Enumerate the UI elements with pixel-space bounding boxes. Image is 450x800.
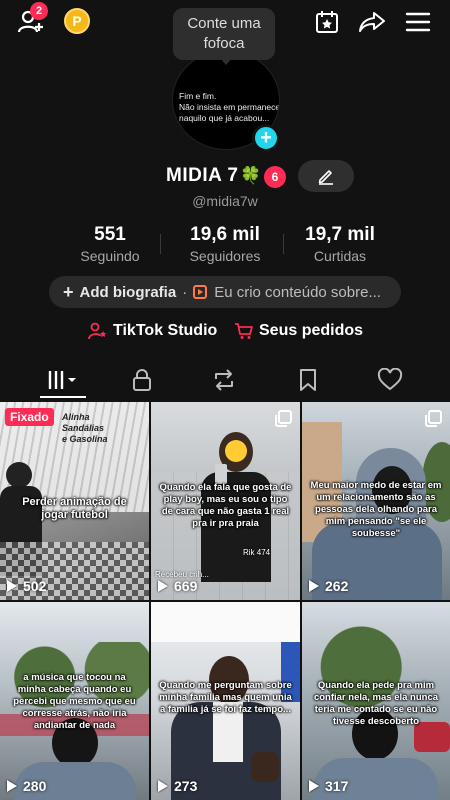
video-caption: Quando ela fala que gosta de play boy, m… [159,482,292,529]
active-tab-indicator [40,396,86,398]
stat-label: Seguidores [189,248,261,264]
video-thumbnail[interactable]: Quando ela pede pra mim confiar nela, ma… [302,602,450,800]
video-thumbnail[interactable]: Alinha Sandálias e Gasolina Fixado Perde… [0,402,149,600]
name-row: MIDIA 7 🍀 6 [0,162,450,192]
notification-badge: 2 [30,2,48,20]
creator-icon [193,285,208,299]
tiktok-studio-label: TikTok Studio [113,322,218,339]
quick-links: TikTok Studio Seus pedidos [0,320,450,346]
heart-icon [377,368,403,391]
view-count-value: 273 [174,778,198,794]
video-grid: Alinha Sandálias e Gasolina Fixado Perde… [0,402,450,800]
share-button[interactable] [356,8,388,36]
tab-reposts[interactable] [204,366,244,394]
video-caption: Quando me perguntam sobre minha família … [159,680,292,715]
view-count: 262 [309,578,348,594]
pinned-badge: Fixado [5,408,54,426]
tab-videos[interactable] [44,366,84,394]
stat-value: 19,6 mil [190,224,260,245]
video-sticker: Rik 474 [243,548,271,557]
plus-icon: + [63,281,74,302]
add-bio-label: Add biografia [79,283,177,301]
menu-button[interactable] [402,8,434,36]
cart-icon [235,323,253,339]
stat-following[interactable]: 551 Seguindo [50,224,170,264]
lock-icon [133,369,151,391]
view-count-value: 669 [174,578,198,594]
note-bubble[interactable]: Conte uma fofoca [173,8,275,60]
orders-label: Seus pedidos [259,322,364,339]
menu-icon [405,12,431,32]
calendar-star-icon [316,11,338,33]
tab-private[interactable] [122,366,162,394]
pencil-icon [318,170,333,185]
video-thumbnail[interactable]: a música que tocou na minha cabeça quand… [0,602,149,800]
view-count-value: 317 [325,778,349,794]
creator-text: Eu crio conteúdo sobre... [214,283,381,301]
person-silhouette [6,462,32,488]
profile-handle: @midia7w [192,193,258,209]
avatar-note-text: Fim e fim. Não insista em permanecer naq… [179,91,280,123]
tab-saved[interactable] [288,366,328,394]
video-caption: a música que tocou na minha cabeça quand… [13,672,136,731]
play-icon [158,780,168,792]
grid-icon [48,371,76,389]
view-count: 502 [7,578,46,594]
view-count: 669 [158,578,197,594]
video-caption: Meu maior medo de estar em um relacionam… [310,480,442,539]
emoji-face [225,440,247,462]
stat-label: Curtidas [313,248,367,264]
video-thumbnail[interactable]: Quando me perguntam sobre minha família … [151,602,300,800]
video-caption: Perder animação de jogar futebol [22,496,127,521]
play-icon [309,780,319,792]
phone [215,464,227,484]
add-bio-pill[interactable]: + Add biografia · Eu crio conteúdo sobre… [49,276,401,308]
tiktok-studio-icon [88,322,107,340]
stat-followers[interactable]: 19,6 mil Seguidores [165,224,285,264]
multi-photo-icon [275,410,292,427]
view-count: 317 [309,778,348,794]
note-bubble-text: Conte uma fofoca [187,15,261,52]
play-icon [7,780,17,792]
tab-liked[interactable] [370,366,410,394]
add-story-button[interactable]: + [252,124,280,152]
ceiling-light [151,602,300,642]
clover-emoji: 🍀 [240,166,262,185]
view-count-value: 280 [23,778,47,794]
share-icon [359,12,385,32]
wall-sign: Alinha Sandálias e Gasolina [62,412,108,444]
repost-icon [215,369,233,391]
view-count-value: 262 [325,578,349,594]
bookmark-icon [300,369,316,391]
profile-name: MIDIA 7 [166,165,239,186]
view-count-value: 502 [23,578,47,594]
stat-divider [160,234,161,254]
play-icon [7,580,17,592]
video-thumbnail[interactable]: Quando ela fala que gosta de play boy, m… [151,402,300,600]
tiktok-studio-link[interactable]: TikTok Studio [88,322,217,340]
view-count: 273 [158,778,197,794]
view-count: 280 [7,778,46,794]
play-icon [309,580,319,592]
play-icon [158,580,168,592]
stat-value: 551 [94,224,126,245]
stat-value: 19,7 mil [305,224,375,245]
video-thumbnail[interactable]: Meu maior medo de estar em um relacionam… [302,402,450,600]
multi-photo-icon [425,410,442,427]
stats-row: 551 Seguindo 19,6 mil Seguidores 19,7 mi… [0,224,450,268]
name-badge: 6 [264,166,286,188]
thumbs-up-hand [251,752,279,782]
stat-label: Seguindo [80,248,140,264]
stat-likes[interactable]: 19,7 mil Curtidas [280,224,400,264]
orders-link[interactable]: Seus pedidos [234,322,363,340]
bio-separator: · [182,283,188,301]
edit-profile-button[interactable] [298,160,354,192]
calendar-star-button[interactable] [312,8,342,36]
video-caption: Quando ela pede pra mim confiar nela, ma… [313,680,439,727]
content-tabs [0,362,450,400]
coin-icon[interactable]: P [64,8,90,34]
note-bubble-tail [220,58,232,65]
